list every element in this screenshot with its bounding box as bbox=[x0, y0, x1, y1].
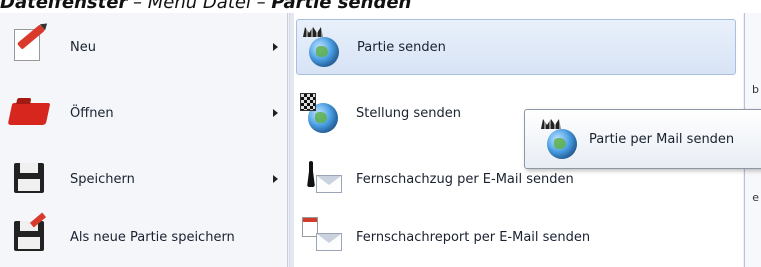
menu-item-save-label: Speichern bbox=[70, 171, 135, 187]
save-as-icon bbox=[8, 212, 52, 259]
heading-part2: Menü Datei bbox=[147, 0, 251, 13]
submenu-arrow-icon bbox=[273, 109, 278, 117]
submenu-arrow-icon bbox=[273, 175, 278, 183]
globe-board-icon bbox=[298, 91, 342, 135]
menu-item-new-label: Neu bbox=[70, 39, 96, 55]
heading-sep1: – bbox=[127, 0, 148, 13]
submenu-item-send-game-label: Partie senden bbox=[357, 39, 446, 55]
menu-item-open-label: Öffnen bbox=[70, 105, 114, 121]
menu-item-save[interactable]: Speichern bbox=[8, 151, 282, 207]
floppy-icon bbox=[8, 157, 52, 201]
heading-sep2: – bbox=[250, 0, 272, 13]
globe-chess-icon bbox=[299, 25, 343, 69]
tooltip-label: Partie per Mail senden bbox=[589, 131, 735, 147]
pawn-mail-icon bbox=[298, 157, 342, 201]
globe-chess-icon bbox=[537, 117, 581, 161]
edge-text-fragment: e bbox=[752, 191, 759, 204]
submenu-arrow-icon bbox=[273, 43, 278, 51]
tooltip-send-game-mail: Partie per Mail senden bbox=[524, 109, 761, 169]
submenu-item-send-move-email-label: Fernschachzug per E-Mail senden bbox=[356, 171, 574, 187]
menu-item-open[interactable]: Öffnen bbox=[7, 85, 282, 141]
pencil-icon bbox=[8, 24, 52, 69]
menu-item-new[interactable]: Neu bbox=[8, 19, 282, 75]
submenu-strip bbox=[290, 13, 294, 267]
edge-text-fragment: b bbox=[752, 83, 759, 96]
heading-part3: Partie senden bbox=[271, 0, 412, 13]
heading-part1: Dateifenster bbox=[0, 0, 128, 13]
report-mail-icon bbox=[298, 215, 342, 259]
menu-item-save-as-label: Als neue Partie speichern bbox=[70, 229, 235, 245]
submenu-item-send-report-email-label: Fernschachreport per E-Mail senden bbox=[356, 229, 591, 245]
submenu-item-send-position-label: Stellung senden bbox=[356, 105, 461, 121]
file-menu-left: Neu Öffnen Speichern Als neue Partie spe… bbox=[0, 13, 288, 267]
menu-item-save-as[interactable]: Als neue Partie speichern bbox=[8, 209, 282, 265]
submenu-item-send-game[interactable]: Partie senden bbox=[296, 19, 736, 75]
folder-icon bbox=[7, 91, 52, 135]
submenu-item-send-report-email[interactable]: Fernschachreport per E-Mail senden bbox=[296, 209, 736, 265]
